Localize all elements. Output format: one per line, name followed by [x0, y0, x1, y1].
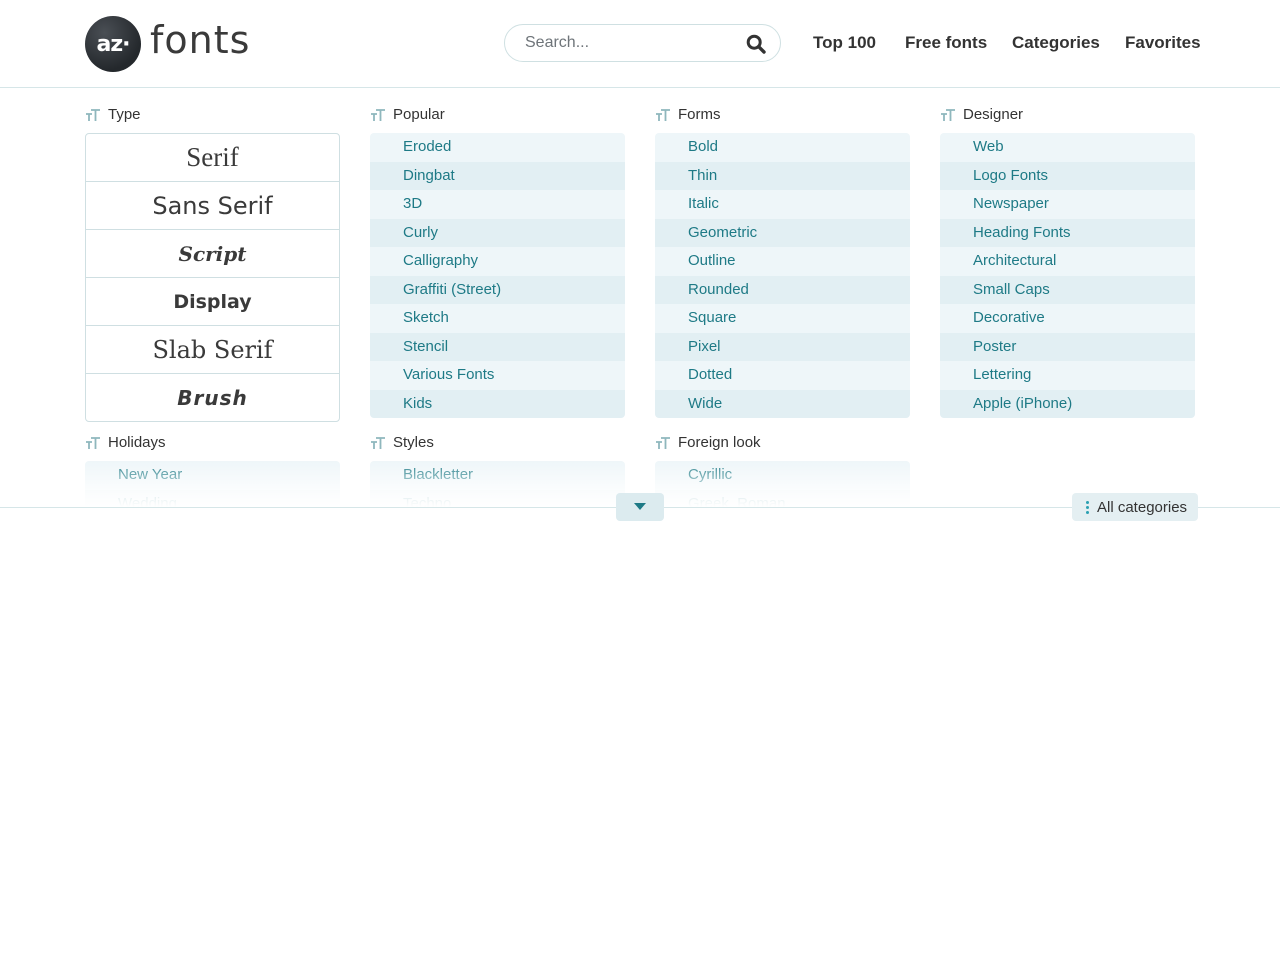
designer-title: Designer [963, 106, 1024, 123]
nav-favorites[interactable]: Favorites [1125, 33, 1201, 53]
forms-column: Forms Bold Thin Italic Geometric Outline… [655, 105, 910, 418]
all-categories-button[interactable]: All categories [1072, 493, 1198, 521]
list-item[interactable]: Stencil [370, 332, 625, 361]
column-title: Type [85, 105, 340, 124]
designer-column: Designer Web Logo Fonts Newspaper Headin… [940, 105, 1195, 418]
designer-list: Web Logo Fonts Newspaper Heading Fonts A… [940, 133, 1195, 418]
list-item[interactable]: Graffiti (Street) [370, 275, 625, 304]
logo-text: fonts [150, 18, 251, 62]
list-item[interactable]: Outline [655, 247, 910, 276]
search-icon[interactable] [746, 34, 766, 54]
list-item[interactable]: Poster [940, 332, 1195, 361]
site-header: az· fonts Top 100 Free fonts Categories … [0, 0, 1280, 88]
list-item[interactable]: Curly [370, 218, 625, 247]
list-item[interactable]: Italic [655, 190, 910, 219]
list-item[interactable]: Various Fonts [370, 361, 625, 390]
type-list: Serif Sans Serif Script Display Slab Ser… [85, 133, 340, 422]
foreign-look-list: Cyrillic Greek, Roman [655, 461, 910, 507]
list-item[interactable]: Blackletter [370, 461, 625, 490]
search-input[interactable] [525, 25, 735, 61]
list-item[interactable]: Geometric [655, 218, 910, 247]
font-size-icon [371, 436, 385, 449]
holidays-title: Holidays [108, 434, 166, 451]
list-item[interactable]: Apple (iPhone) [940, 389, 1195, 418]
list-item[interactable]: Thin [655, 161, 910, 190]
site-logo[interactable]: az· fonts [85, 16, 250, 72]
column-title: Forms [655, 105, 910, 124]
type-script[interactable]: Script [86, 230, 339, 278]
type-brush[interactable]: Brush [86, 374, 339, 421]
list-item[interactable]: Architectural [940, 247, 1195, 276]
list-item[interactable]: Heading Fonts [940, 218, 1195, 247]
list-item[interactable]: Wide [655, 389, 910, 418]
font-size-icon [86, 436, 100, 449]
type-slab-serif[interactable]: Slab Serif [86, 326, 339, 374]
list-item[interactable]: Rounded [655, 275, 910, 304]
nav-categories[interactable]: Categories [1012, 33, 1100, 53]
list-item[interactable]: Dotted [655, 361, 910, 390]
nav-top-100[interactable]: Top 100 [813, 33, 876, 53]
column-title: Designer [940, 105, 1195, 124]
popular-title: Popular [393, 106, 445, 123]
list-item[interactable]: Newspaper [940, 190, 1195, 219]
column-title: Popular [370, 105, 625, 124]
list-item[interactable]: Small Caps [940, 275, 1195, 304]
list-item[interactable]: Lettering [940, 361, 1195, 390]
list-item[interactable]: Eroded [370, 133, 625, 162]
type-title: Type [108, 106, 141, 123]
list-item[interactable]: Techno [370, 489, 625, 507]
font-size-icon [656, 436, 670, 449]
styles-list: Blackletter Techno [370, 461, 625, 507]
list-item[interactable]: Cyrillic [655, 461, 910, 490]
search-box [504, 24, 781, 62]
list-item[interactable]: Decorative [940, 304, 1195, 333]
foreign-look-column: Foreign look Cyrillic Greek, Roman [655, 433, 910, 507]
column-title: Foreign look [655, 433, 910, 452]
font-size-icon [941, 108, 955, 121]
list-item[interactable]: Pixel [655, 332, 910, 361]
more-vertical-icon [1086, 500, 1089, 514]
column-title: Holidays [85, 433, 340, 452]
foreign-look-title: Foreign look [678, 434, 761, 451]
list-item[interactable]: Greek, Roman [655, 489, 910, 507]
list-item[interactable]: Logo Fonts [940, 161, 1195, 190]
list-item[interactable]: Calligraphy [370, 247, 625, 276]
forms-list: Bold Thin Italic Geometric Outline Round… [655, 133, 910, 418]
forms-title: Forms [678, 106, 721, 123]
list-item[interactable]: Square [655, 304, 910, 333]
popular-column: Popular Eroded Dingbat 3D Curly Calligra… [370, 105, 625, 418]
styles-column: Styles Blackletter Techno [370, 433, 625, 507]
list-item[interactable]: Bold [655, 133, 910, 162]
all-categories-label: All categories [1097, 498, 1188, 516]
list-item[interactable]: Web [940, 133, 1195, 162]
categories-panel: Type Serif Sans Serif Script Display Sla… [0, 88, 1280, 507]
popular-list: Eroded Dingbat 3D Curly Calligraphy Graf… [370, 133, 625, 418]
styles-title: Styles [393, 434, 434, 451]
list-item[interactable]: 3D [370, 190, 625, 219]
type-sans-serif[interactable]: Sans Serif [86, 182, 339, 230]
list-item[interactable]: Dingbat [370, 161, 625, 190]
type-display[interactable]: Display [86, 278, 339, 326]
font-size-icon [371, 108, 385, 121]
holidays-list: New Year Wedding [85, 461, 340, 507]
list-item[interactable]: New Year [85, 461, 340, 490]
list-item[interactable]: Wedding [85, 489, 340, 507]
logo-badge: az· [85, 16, 141, 72]
type-serif[interactable]: Serif [86, 134, 339, 182]
column-title: Styles [370, 433, 625, 452]
list-item[interactable]: Kids [370, 389, 625, 418]
expand-categories-button[interactable] [616, 493, 664, 521]
nav-free-fonts[interactable]: Free fonts [905, 33, 987, 53]
chevron-down-icon [634, 503, 646, 510]
holidays-column: Holidays New Year Wedding [85, 433, 340, 507]
font-size-icon [656, 108, 670, 121]
type-column: Type Serif Sans Serif Script Display Sla… [85, 105, 340, 422]
font-size-icon [86, 108, 100, 121]
list-item[interactable]: Sketch [370, 304, 625, 333]
